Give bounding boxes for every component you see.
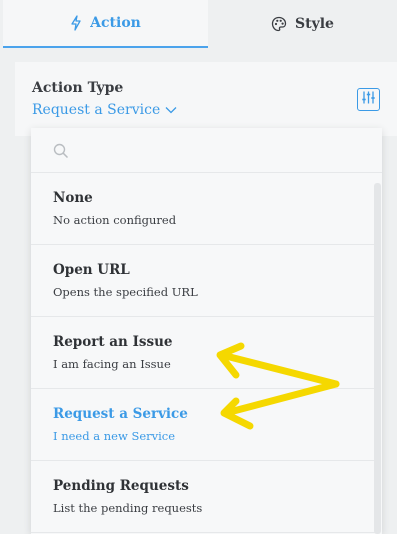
list-item-title: None bbox=[53, 190, 93, 206]
lightning-icon bbox=[70, 15, 82, 31]
tab-style[interactable]: Style bbox=[208, 0, 397, 48]
list-item-description: I need a new Service bbox=[53, 429, 176, 443]
list-item-description: Opens the specified URL bbox=[53, 285, 198, 299]
list-item-title: Report an Issue bbox=[53, 334, 173, 350]
list-item-pending-requests[interactable]: Pending Requests List the pending reques… bbox=[31, 461, 375, 533]
tab-action[interactable]: Action bbox=[3, 0, 208, 48]
settings-button[interactable] bbox=[357, 88, 380, 111]
list-item-description: No action configured bbox=[53, 213, 177, 227]
list-item-title: Open URL bbox=[53, 262, 130, 278]
list-item-description: List the pending requests bbox=[53, 501, 203, 515]
list-item-title: Request a Service bbox=[53, 406, 188, 422]
palette-icon bbox=[271, 16, 287, 32]
list-item-report-an-issue[interactable]: Report an Issue I am facing an Issue bbox=[31, 317, 375, 389]
search-bar bbox=[31, 128, 382, 173]
app-root: Action Style Action Type Request a Servi… bbox=[0, 0, 397, 534]
chevron-down-icon bbox=[165, 102, 177, 118]
sliders-icon bbox=[361, 90, 376, 109]
search-input[interactable] bbox=[75, 138, 365, 164]
dropdown-list: None No action configured Open URL Opens… bbox=[31, 173, 375, 533]
list-item-request-a-service[interactable]: Request a Service I need a new Service bbox=[31, 389, 375, 461]
tab-bar: Action Style bbox=[0, 0, 397, 48]
dropdown-scrollbar[interactable] bbox=[374, 183, 381, 534]
action-type-title: Action Type bbox=[32, 80, 124, 96]
list-item-description: I am facing an Issue bbox=[53, 357, 171, 371]
list-item-open-url[interactable]: Open URL Opens the specified URL bbox=[31, 245, 375, 317]
action-type-value: Request a Service bbox=[32, 102, 161, 118]
list-item-none[interactable]: None No action configured bbox=[31, 173, 375, 245]
list-item-title: Pending Requests bbox=[53, 478, 189, 494]
tab-style-label: Style bbox=[295, 16, 334, 32]
action-type-dropdown: None No action configured Open URL Opens… bbox=[31, 128, 382, 534]
search-icon bbox=[53, 143, 69, 163]
tab-action-label: Action bbox=[90, 15, 141, 31]
action-type-select[interactable]: Request a Service bbox=[32, 102, 177, 118]
action-type-panel: Action Type Request a Service bbox=[15, 62, 397, 136]
